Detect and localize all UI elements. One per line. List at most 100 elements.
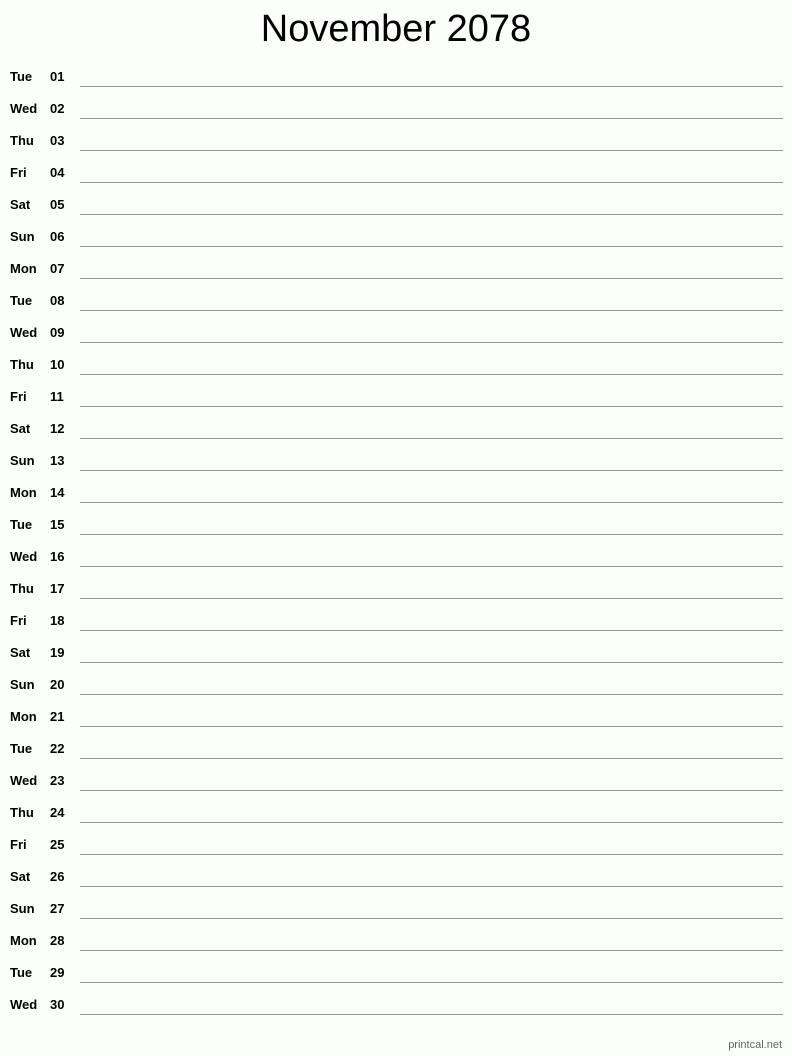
writing-line[interactable] (80, 246, 783, 247)
writing-line[interactable] (80, 438, 783, 439)
writing-line[interactable] (80, 598, 783, 599)
day-of-week: Tue (10, 517, 33, 532)
writing-line[interactable] (80, 182, 783, 183)
day-of-week: Thu (10, 805, 34, 820)
day-row: Thu 17 (0, 572, 792, 604)
day-row: Fri 25 (0, 828, 792, 860)
day-of-week: Fri (10, 613, 27, 628)
day-row: Wed 16 (0, 540, 792, 572)
day-of-week: Wed (10, 549, 38, 564)
day-number: 13 (50, 453, 65, 468)
day-of-week: Tue (10, 741, 33, 756)
writing-line[interactable] (80, 726, 783, 727)
writing-line[interactable] (80, 150, 783, 151)
day-row: Thu 03 (0, 124, 792, 156)
writing-line[interactable] (80, 790, 783, 791)
day-of-week: Wed (10, 997, 38, 1012)
day-of-week: Fri (10, 165, 27, 180)
day-row: Sat 26 (0, 860, 792, 892)
day-row: Sun 13 (0, 444, 792, 476)
day-number: 21 (50, 709, 65, 724)
page-title: November 2078 (260, 8, 532, 50)
day-row: Tue 29 (0, 956, 792, 988)
day-row: Sat 12 (0, 412, 792, 444)
day-number: 23 (50, 773, 65, 788)
writing-line[interactable] (80, 822, 783, 823)
day-row: Tue 08 (0, 284, 792, 316)
day-number: 15 (50, 517, 65, 532)
day-number: 24 (50, 805, 65, 820)
day-number: 08 (50, 293, 65, 308)
day-of-week: Sat (10, 645, 31, 660)
day-number: 07 (50, 261, 65, 276)
writing-line[interactable] (80, 630, 783, 631)
writing-line[interactable] (80, 694, 783, 695)
writing-line[interactable] (80, 86, 783, 87)
writing-line[interactable] (80, 214, 783, 215)
day-row: Fri 04 (0, 156, 792, 188)
day-number: 02 (50, 101, 65, 116)
writing-line[interactable] (80, 470, 783, 471)
writing-line[interactable] (80, 758, 783, 759)
writing-line[interactable] (80, 662, 783, 663)
day-of-week: Sun (10, 229, 35, 244)
day-row: Tue 22 (0, 732, 792, 764)
day-row: Tue 01 (0, 60, 792, 92)
footer-credit: printcal.net (728, 1039, 782, 1051)
writing-line[interactable] (80, 1014, 783, 1015)
writing-line[interactable] (80, 982, 783, 983)
writing-line[interactable] (80, 950, 783, 951)
day-number: 01 (50, 69, 65, 84)
day-row: Wed 09 (0, 316, 792, 348)
day-number: 22 (50, 741, 65, 756)
writing-line[interactable] (80, 918, 783, 919)
day-of-week: Sat (10, 421, 31, 436)
day-of-week: Thu (10, 581, 34, 596)
writing-line[interactable] (80, 374, 783, 375)
day-number: 09 (50, 325, 65, 340)
day-of-week: Sat (10, 197, 31, 212)
day-number: 03 (50, 133, 65, 148)
writing-line[interactable] (80, 342, 783, 343)
day-row: Mon 21 (0, 700, 792, 732)
day-of-week: Tue (10, 965, 33, 980)
writing-line[interactable] (80, 534, 783, 535)
writing-line[interactable] (80, 310, 783, 311)
day-of-week: Fri (10, 389, 27, 404)
day-of-week: Wed (10, 325, 38, 340)
writing-line[interactable] (80, 278, 783, 279)
day-number: 29 (50, 965, 65, 980)
day-number: 30 (50, 997, 65, 1012)
day-number: 12 (50, 421, 65, 436)
day-of-week: Sun (10, 677, 35, 692)
day-of-week: Wed (10, 773, 38, 788)
day-row: Wed 30 (0, 988, 792, 1020)
day-of-week: Tue (10, 69, 33, 84)
day-number: 28 (50, 933, 65, 948)
day-number: 16 (50, 549, 65, 564)
day-number: 27 (50, 901, 65, 916)
day-number: 20 (50, 677, 65, 692)
day-number: 06 (50, 229, 65, 244)
day-row: Mon 28 (0, 924, 792, 956)
writing-line[interactable] (80, 502, 783, 503)
writing-line[interactable] (80, 118, 783, 119)
day-row: Sun 06 (0, 220, 792, 252)
day-of-week: Thu (10, 133, 34, 148)
day-row: Sun 27 (0, 892, 792, 924)
day-row: Thu 10 (0, 348, 792, 380)
day-of-week: Fri (10, 837, 27, 852)
writing-line[interactable] (80, 854, 783, 855)
day-number: 17 (50, 581, 65, 596)
writing-line[interactable] (80, 566, 783, 567)
day-of-week: Tue (10, 293, 33, 308)
day-row: Tue 15 (0, 508, 792, 540)
day-number: 04 (50, 165, 65, 180)
day-row: Wed 23 (0, 764, 792, 796)
writing-line[interactable] (80, 406, 783, 407)
day-of-week: Mon (10, 485, 37, 500)
day-row: Fri 11 (0, 380, 792, 412)
day-of-week: Mon (10, 261, 37, 276)
day-number: 10 (50, 357, 65, 372)
writing-line[interactable] (80, 886, 783, 887)
